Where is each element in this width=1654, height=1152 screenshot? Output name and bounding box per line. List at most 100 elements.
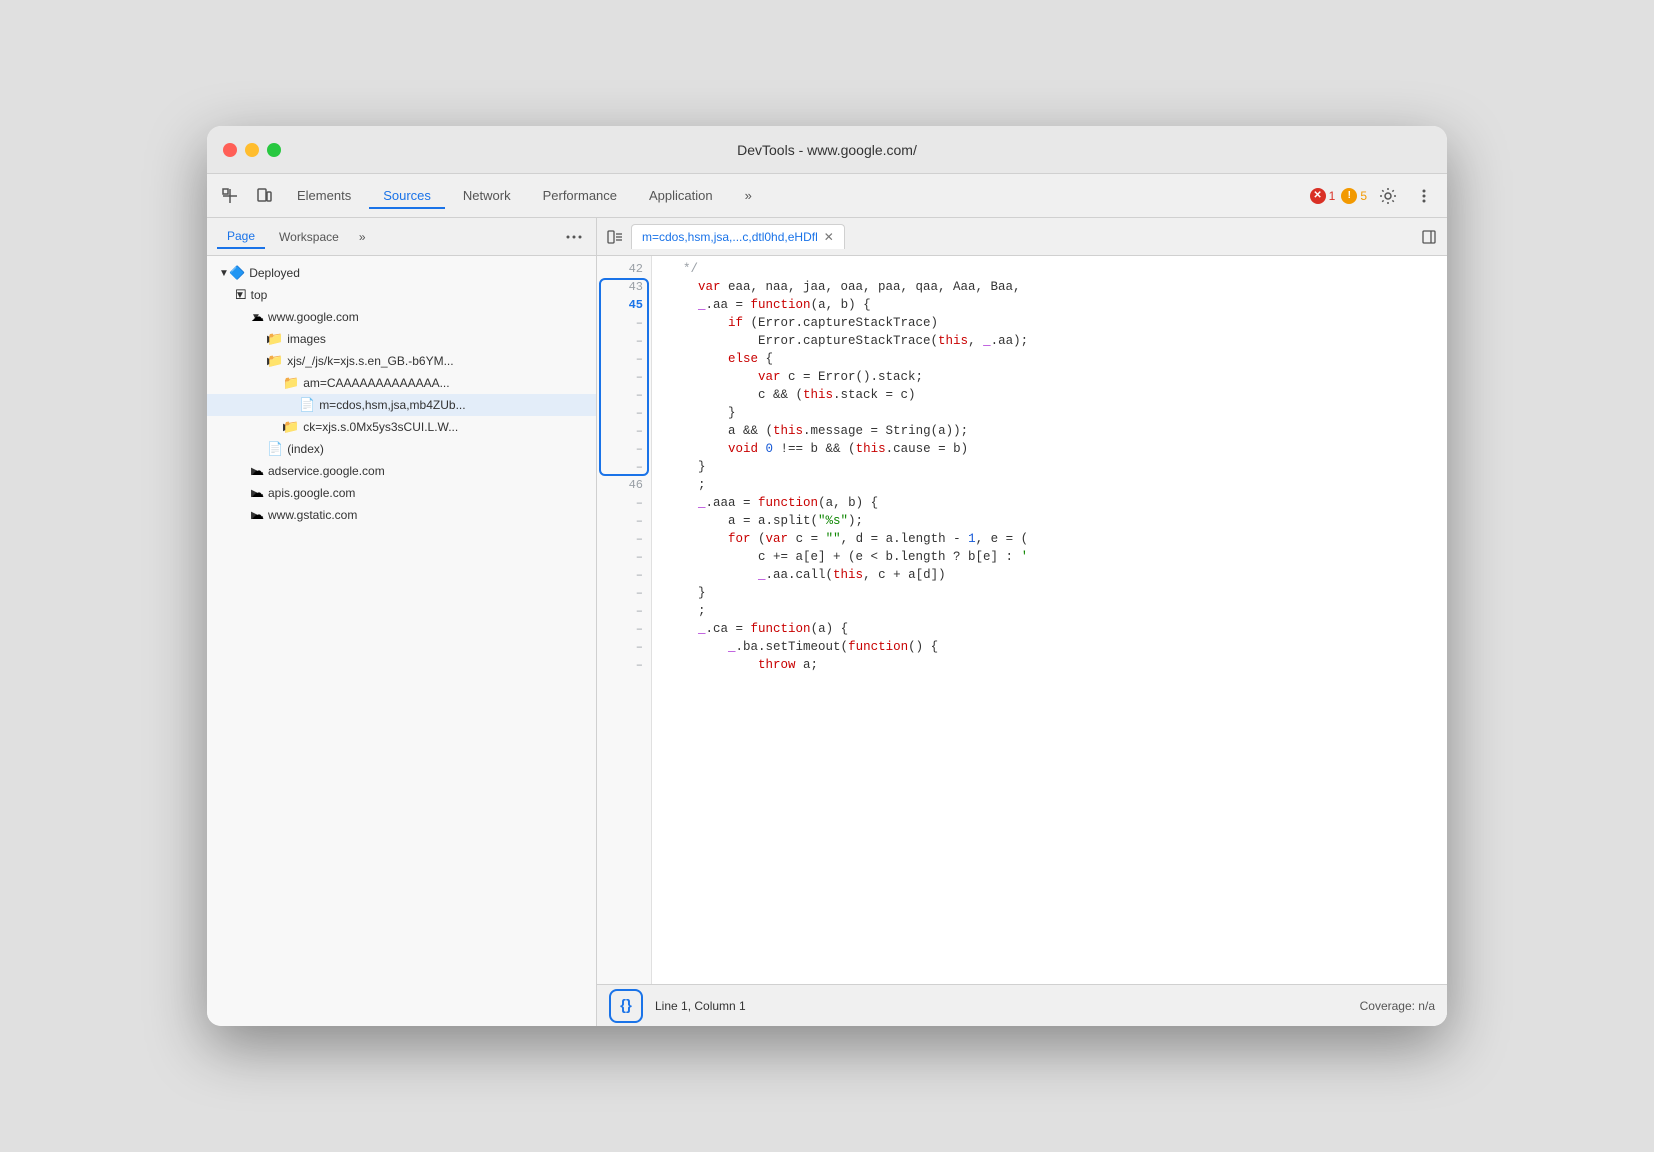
- collapse-panel-icon[interactable]: [1415, 223, 1443, 251]
- code-tab-active[interactable]: m=cdos,hsm,jsa,...c,dtl0hd,eHDfl ✕: [631, 224, 845, 249]
- tree-label-xjs: xjs/_/js/k=xjs.s.en_GB.-b6YM...: [287, 354, 453, 368]
- tree-item-ck[interactable]: ▶ 📁 ck=xjs.s.0Mx5ys3sCUI.L.W...: [207, 416, 596, 438]
- tree-item-apis[interactable]: ▶ ☁ apis.google.com: [207, 482, 596, 504]
- line-num-dash-2: –: [597, 332, 651, 350]
- cursor-position: Line 1, Column 1: [655, 999, 1348, 1013]
- tree-item-top[interactable]: ▼ ☐ top: [207, 284, 596, 306]
- code-token: var: [766, 530, 796, 548]
- tree-arrow-mfile: [215, 400, 299, 411]
- code-line-d11: a = a.split("%s");: [668, 512, 1447, 530]
- code-token: [668, 440, 728, 458]
- main-content: Page Workspace » ▼ 🔷 Deployed: [207, 218, 1447, 1026]
- code-token: function: [758, 494, 818, 512]
- inspect-element-icon[interactable]: [215, 181, 245, 211]
- code-token: [668, 296, 698, 314]
- code-line-d7: a && (this.message = String(a));: [668, 422, 1447, 440]
- tree-item-gstatic[interactable]: ▶ ☁ www.gstatic.com: [207, 504, 596, 526]
- sidebar-tab-more[interactable]: »: [353, 226, 372, 248]
- line-num-dash-11: –: [597, 512, 651, 530]
- code-token: [668, 566, 758, 584]
- code-line-d12: for (var c = "", d = a.length - 1, e = (: [668, 530, 1447, 548]
- line-num-dash-10: –: [597, 494, 651, 512]
- tree-item-www-google[interactable]: ▼ ☁ www.google.com: [207, 306, 596, 328]
- line-num-dash-13: –: [597, 548, 651, 566]
- line-num-45: 45: [597, 296, 651, 314]
- tab-application[interactable]: Application: [635, 182, 727, 209]
- line-num-43: 43: [597, 278, 651, 296]
- line-num-dash-15: –: [597, 584, 651, 602]
- sidebar-tab-page[interactable]: Page: [217, 225, 265, 249]
- code-panel: m=cdos,hsm,jsa,...c,dtl0hd,eHDfl ✕: [597, 218, 1447, 1026]
- tree-label-images: images: [287, 332, 326, 346]
- tab-elements[interactable]: Elements: [283, 182, 365, 209]
- tree-icon-folder-am: 📁: [283, 375, 299, 391]
- minimize-button[interactable]: [245, 143, 259, 157]
- right-controls: ✕ 1 ! 5: [1310, 181, 1439, 211]
- pretty-print-button[interactable]: {}: [609, 989, 643, 1023]
- tab-network[interactable]: Network: [449, 182, 525, 209]
- line-num-dash-18: –: [597, 638, 651, 656]
- code-token: !== b && (: [773, 440, 856, 458]
- code-token: [668, 638, 728, 656]
- code-token: this: [938, 332, 968, 350]
- tree-arrow-deployed: ▼: [215, 268, 229, 279]
- sidebar-tab-workspace[interactable]: Workspace: [269, 226, 349, 248]
- code-token: a;: [803, 656, 818, 674]
- tree-item-deployed[interactable]: ▼ 🔷 Deployed: [207, 262, 596, 284]
- tree-item-xjs[interactable]: ▶ 📁 xjs/_/js/k=xjs.s.en_GB.-b6YM...: [207, 350, 596, 372]
- tree-item-adservice[interactable]: ▶ ☁ adservice.google.com: [207, 460, 596, 482]
- code-token: var: [668, 278, 728, 296]
- more-options-icon[interactable]: [1409, 181, 1439, 211]
- window-title: DevTools - www.google.com/: [737, 142, 917, 158]
- settings-icon[interactable]: [1373, 181, 1403, 211]
- code-tab-close-btn[interactable]: ✕: [824, 230, 834, 244]
- tree-label-deployed: Deployed: [249, 266, 300, 280]
- tree-item-index[interactable]: 📄 (index): [207, 438, 596, 460]
- tree-item-mfile[interactable]: 📄 m=cdos,hsm,jsa,mb4ZUb...: [207, 394, 596, 416]
- code-area[interactable]: 42 43 45 – – – – – – – – – 46 – – – –: [597, 256, 1447, 984]
- code-line-d16: ;: [668, 602, 1447, 620]
- warning-badge[interactable]: ! 5: [1341, 188, 1367, 204]
- code-token: _: [698, 296, 706, 314]
- tree-item-am[interactable]: ▼ 📁 am=CAAAAAAAAAAAAA...: [207, 372, 596, 394]
- tree-arrow-apis: ▶: [215, 488, 251, 499]
- code-token: this: [773, 422, 803, 440]
- tree-item-images[interactable]: ▶ 📁 images: [207, 328, 596, 350]
- tab-performance[interactable]: Performance: [529, 182, 631, 209]
- sidebar-menu-button[interactable]: [562, 225, 586, 249]
- code-token: c && (: [668, 386, 803, 404]
- code-token: ,: [968, 332, 983, 350]
- toggle-sidebar-icon[interactable]: [601, 223, 629, 251]
- code-token: eaa, naa, jaa, oaa, paa, qaa, Aaa, Baa,: [728, 278, 1021, 296]
- code-content[interactable]: */ var eaa, naa, jaa, oaa, paa, qaa, Aaa…: [652, 256, 1447, 984]
- line-num-dash-12: –: [597, 530, 651, 548]
- tree-icon-top: ☐: [235, 287, 247, 303]
- close-button[interactable]: [223, 143, 237, 157]
- code-line-d14: _.aa.call(this, c + a[d]): [668, 566, 1447, 584]
- code-token: else: [728, 350, 766, 368]
- code-token: , c + a[d]): [863, 566, 946, 584]
- code-token: [668, 314, 728, 332]
- line-num-dash-3: –: [597, 350, 651, 368]
- device-toolbar-icon[interactable]: [249, 181, 279, 211]
- line-num-dash-6: –: [597, 404, 651, 422]
- tree-arrow-top: ▼: [215, 290, 235, 301]
- code-line-d19: throw a;: [668, 656, 1447, 674]
- code-token: c += a[e] + (e < b.length ? b[e] :: [668, 548, 1021, 566]
- tree-icon-file-index: 📄: [267, 441, 283, 457]
- code-token: void: [728, 440, 766, 458]
- tab-sources[interactable]: Sources: [369, 182, 445, 209]
- line-num-dash-17: –: [597, 620, 651, 638]
- code-line-46: _.aaa = function(a, b) {: [668, 494, 1447, 512]
- code-token: a = a.split(: [668, 512, 818, 530]
- code-line-45: _.aa = function(a, b) {: [668, 296, 1447, 314]
- code-token: this: [833, 566, 863, 584]
- code-token: (a, b) {: [811, 296, 871, 314]
- code-tab-bar: m=cdos,hsm,jsa,...c,dtl0hd,eHDfl ✕: [597, 218, 1447, 256]
- tree-label-mfile: m=cdos,hsm,jsa,mb4ZUb...: [319, 398, 465, 412]
- code-token: */: [668, 260, 698, 278]
- error-badge[interactable]: ✕ 1: [1310, 188, 1336, 204]
- tab-more[interactable]: »: [731, 182, 766, 209]
- maximize-button[interactable]: [267, 143, 281, 157]
- sidebar-tab-bar: Page Workspace »: [207, 218, 596, 256]
